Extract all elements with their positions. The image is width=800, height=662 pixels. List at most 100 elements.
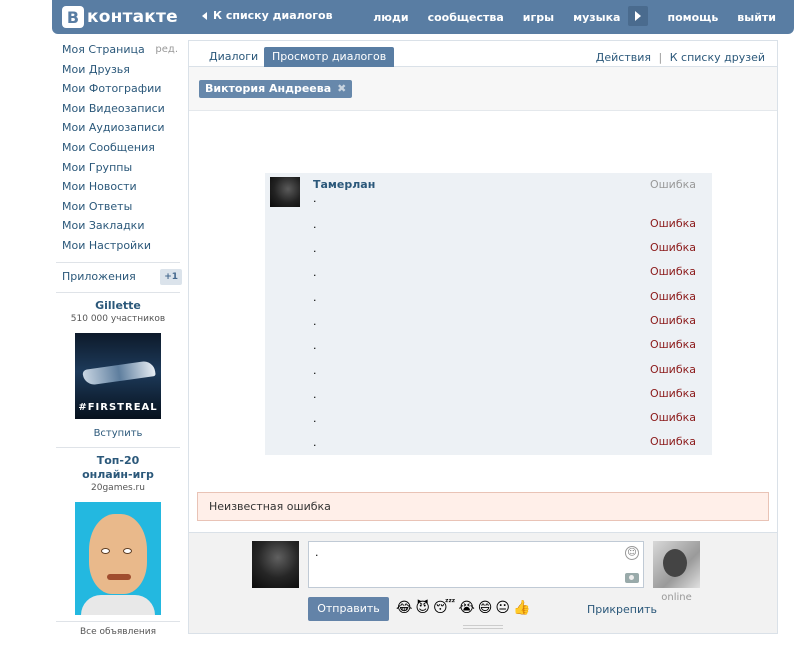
- sidebar-item-apps[interactable]: Приложения +1: [52, 267, 184, 287]
- ad-image[interactable]: [75, 502, 161, 616]
- my-avatar[interactable]: [252, 541, 299, 588]
- peer-online-status: online: [661, 592, 692, 603]
- attach-link[interactable]: Прикрепить: [587, 603, 657, 616]
- message-status: Ошибка: [649, 363, 696, 376]
- all-ads-link[interactable]: Все объявления: [52, 626, 184, 639]
- message-text: .: [313, 388, 317, 401]
- sidebar-item-news[interactable]: Мои Новости: [52, 177, 184, 197]
- nav-logout[interactable]: выйти: [737, 11, 776, 24]
- message-row[interactable]: . Ошибка: [265, 383, 712, 407]
- tab-dialogs[interactable]: Диалоги: [201, 47, 266, 67]
- sidebar-item-settings[interactable]: Мои Настройки: [52, 236, 184, 256]
- message-status: Ошибка: [649, 241, 696, 254]
- message-status: Ошибка: [649, 290, 696, 303]
- peer-avatar[interactable]: [653, 541, 700, 588]
- emoji-neutral-icon[interactable]: 😐: [495, 599, 510, 617]
- nav-help[interactable]: помощь: [667, 11, 718, 24]
- peer-chip[interactable]: Виктория Андреева ✖: [199, 80, 353, 98]
- sidebar-item-answers[interactable]: Мои Ответы: [52, 197, 184, 217]
- left-sidebar: Моя Страница ред. Мои Друзья Мои Фотогра…: [52, 40, 184, 639]
- vk-logo[interactable]: В контакте: [62, 4, 178, 30]
- sidebar-item-videos[interactable]: Мои Видеозаписи: [52, 99, 184, 119]
- message-text: .: [313, 436, 317, 449]
- sidebar-divider: [56, 292, 180, 294]
- sidebar-item-label: Моя Страница: [62, 43, 145, 56]
- message-input-value: .: [315, 546, 319, 559]
- send-button[interactable]: Отправить: [308, 597, 389, 621]
- ad-games[interactable]: Топ-20 онлайн-игр 20games.ru: [52, 454, 184, 616]
- sidebar-divider: [56, 447, 180, 449]
- error-notice: Неизвестная ошибка: [197, 492, 769, 521]
- message-text: .: [313, 412, 317, 425]
- sidebar-item-photos[interactable]: Мои Фотографии: [52, 79, 184, 99]
- actions-link[interactable]: Действия: [596, 51, 651, 64]
- message-input[interactable]: . ☺: [308, 541, 644, 588]
- emoji-laugh-icon[interactable]: 😂: [396, 599, 412, 617]
- logo-text: контакте: [87, 7, 178, 27]
- nav-people[interactable]: люди: [373, 11, 408, 24]
- tab-actions: Действия | К списку друзей: [596, 51, 765, 64]
- message-status: Ошибка: [649, 411, 696, 424]
- eye-shape: [123, 548, 132, 555]
- message-text: .: [313, 339, 317, 352]
- sidebar-divider: [56, 621, 180, 623]
- ad-title[interactable]: Топ-20 онлайн-игр: [78, 454, 158, 482]
- edit-menu-link[interactable]: ред.: [155, 40, 178, 60]
- message-row[interactable]: . Ошибка: [265, 334, 712, 358]
- main-panel: Диалоги Просмотр диалогов Действия | К с…: [188, 40, 778, 634]
- message-row[interactable]: . Ошибка: [265, 310, 712, 334]
- peer-name: Виктория Андреева: [205, 82, 332, 95]
- logo-icon: В: [62, 6, 84, 28]
- remove-peer-icon[interactable]: ✖: [337, 80, 346, 98]
- nav-music[interactable]: музыка: [573, 11, 620, 24]
- smile-icon[interactable]: ☺: [625, 546, 639, 560]
- message-row[interactable]: . Ошибка: [265, 286, 712, 310]
- ad-image[interactable]: #FIRSTREAL: [75, 333, 161, 420]
- message-row[interactable]: . Ошибка: [265, 178, 712, 211]
- ad-gillette[interactable]: Gillette 510 000 участников #FIRSTREAL В…: [52, 299, 184, 441]
- message-status: Ошибка: [649, 178, 696, 191]
- back-to-dialogs-link[interactable]: К списку диалогов: [202, 9, 333, 22]
- ad-image-tag: #FIRSTREAL: [78, 402, 158, 414]
- sidebar-item-bookmarks[interactable]: Мои Закладки: [52, 216, 184, 236]
- message-status: Ошибка: [649, 265, 696, 278]
- to-friends-link[interactable]: К списку друзей: [670, 51, 765, 64]
- message-row[interactable]: . Ошибка: [265, 359, 712, 383]
- sidebar-divider: [56, 261, 180, 263]
- ad-join-link[interactable]: Вступить: [52, 427, 184, 441]
- emoji-sleep-icon[interactable]: 😴: [433, 599, 455, 617]
- sidebar-item-audio[interactable]: Мои Аудиозаписи: [52, 118, 184, 138]
- sidebar-item-my-page[interactable]: Моя Страница ред.: [52, 40, 184, 60]
- music-play-button[interactable]: [628, 6, 649, 26]
- message-status: Ошибка: [649, 387, 696, 400]
- message-text: .: [313, 242, 317, 255]
- message-text: .: [313, 291, 317, 304]
- sidebar-item-messages[interactable]: Мои Сообщения: [52, 138, 184, 158]
- nav-games[interactable]: игры: [523, 11, 554, 24]
- sidebar-item-label: Приложения: [62, 269, 136, 283]
- message-row[interactable]: . Ошибка: [265, 237, 712, 261]
- sidebar-item-friends[interactable]: Мои Друзья: [52, 60, 184, 80]
- emoji-devil-icon[interactable]: 😈: [415, 599, 430, 617]
- emoji-smile-icon[interactable]: 😄: [478, 599, 493, 617]
- sidebar-item-groups[interactable]: Мои Группы: [52, 158, 184, 178]
- tab-view-dialogs[interactable]: Просмотр диалогов: [264, 47, 395, 67]
- ad-subtitle: 20games.ru: [91, 483, 145, 494]
- razor-image: [82, 360, 156, 387]
- message-row[interactable]: . Ошибка: [265, 261, 712, 285]
- message-row[interactable]: . Ошибка: [265, 213, 712, 237]
- ad-title[interactable]: Gillette: [52, 299, 184, 313]
- message-text: .: [313, 218, 317, 231]
- camera-icon[interactable]: [625, 573, 639, 583]
- nav-communities[interactable]: сообщества: [428, 11, 504, 24]
- ad-subtitle: 510 000 участников: [70, 314, 166, 325]
- emoji-thumbs-up-icon[interactable]: 👍: [513, 599, 530, 617]
- tabs-bar: Диалоги Просмотр диалогов Действия | К с…: [189, 41, 777, 67]
- message-status: Ошибка: [649, 217, 696, 230]
- apps-count-badge: +1: [160, 268, 182, 285]
- emoji-cry-icon[interactable]: 😭: [458, 599, 474, 617]
- message-status: Ошибка: [649, 338, 696, 351]
- resize-grip[interactable]: [463, 625, 503, 629]
- message-row[interactable]: . Ошибка: [265, 431, 712, 455]
- message-row[interactable]: . Ошибка: [265, 407, 712, 431]
